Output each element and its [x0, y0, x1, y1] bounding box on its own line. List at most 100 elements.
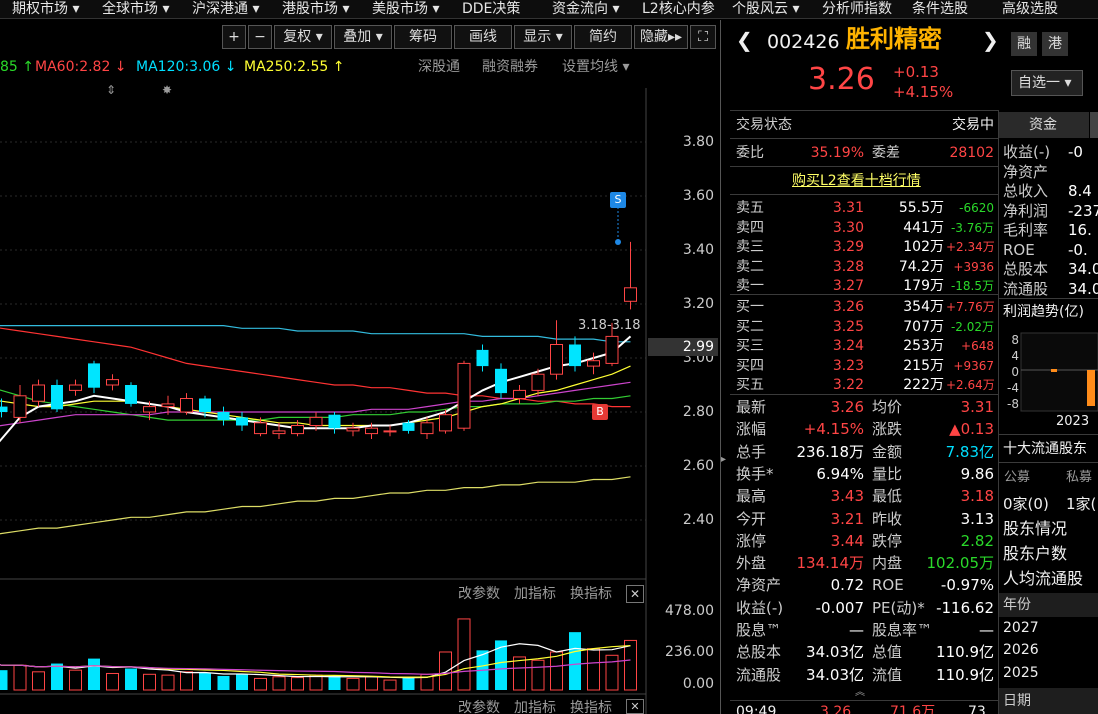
menu-options-market[interactable]: 期权市场 ▾: [12, 0, 79, 18]
vol-add-indicator-button-2[interactable]: 加指标: [514, 698, 556, 714]
caret-down-icon: ▾: [622, 59, 630, 75]
ask-level-volume: 74.2万: [898, 258, 944, 275]
menu-stock-news[interactable]: 个股风云 ▾: [732, 0, 799, 18]
shentong-button[interactable]: 深股通: [418, 57, 460, 77]
vol-params-button[interactable]: 改参数: [458, 584, 500, 604]
close-icon[interactable]: ✕: [626, 585, 644, 603]
hk-badge[interactable]: 港: [1042, 32, 1068, 56]
ask-level-price: 3.31: [832, 200, 864, 216]
close-icon[interactable]: ✕: [626, 699, 644, 714]
stat-value: 3.21: [830, 509, 864, 528]
tick-time: 09:49: [736, 704, 777, 714]
holder-count-link[interactable]: 股东户数: [1003, 543, 1067, 565]
menu-analyst-index[interactable]: 分析师指数: [822, 0, 892, 18]
collapse-arrow-icon[interactable]: ▸: [721, 450, 726, 470]
fullscreen-icon[interactable]: ⛶: [690, 25, 716, 49]
ask-level-price: 3.28: [832, 258, 864, 275]
ask-level-label: 卖二: [736, 258, 764, 275]
vol-switch-indicator-button-2[interactable]: 换指标: [570, 698, 612, 714]
hide-label: 隐藏: [639, 29, 668, 45]
tick-volume: 71.6万: [890, 704, 936, 714]
weibi-value: 35.19%: [810, 145, 864, 161]
vol-axis-top: 478.00: [665, 603, 714, 619]
stat-value: +4.15%: [803, 420, 864, 439]
holder-tab-public-fund[interactable]: 公募: [1004, 468, 1030, 488]
capital-tab[interactable]: 资金: [999, 112, 1089, 138]
next-stock-icon[interactable]: ❯: [982, 30, 999, 50]
draw-line-button[interactable]: 画线: [454, 25, 512, 49]
kline-chart[interactable]: [0, 88, 720, 714]
margin-badge[interactable]: 融: [1011, 32, 1037, 56]
menu-condition-select[interactable]: 条件选股: [912, 0, 968, 18]
price-axis-label: 2.60: [682, 458, 714, 474]
stock-code: 002426: [767, 31, 840, 53]
avg-float-link[interactable]: 人均流通股: [1003, 568, 1083, 590]
menu-us-market[interactable]: 美股市场 ▾: [372, 0, 439, 18]
bid-level-price: 3.24: [832, 338, 864, 354]
margin-trading-button[interactable]: 融资融券: [482, 57, 538, 77]
expand-up-icon[interactable]: ︽: [855, 683, 865, 703]
display-dropdown[interactable]: 显示 ▾: [514, 25, 572, 49]
weicha-value: 28102: [949, 145, 994, 161]
candle: [125, 382, 137, 407]
fin-label: 总股本: [1003, 260, 1049, 278]
candle: [180, 393, 193, 415]
candle-body: [587, 360, 600, 367]
fin-label: 流通股: [1003, 279, 1049, 298]
menu-global-market[interactable]: 全球市场 ▾: [102, 0, 169, 18]
ask-level-price: 3.30: [832, 219, 864, 236]
menu-shsz-connect[interactable]: 沪深港通 ▾: [192, 0, 259, 18]
zoom-out-button[interactable]: −: [248, 25, 272, 49]
candle-body: [365, 427, 378, 435]
ma-lines: [0, 325, 632, 535]
stat-value: 3.43: [830, 487, 864, 506]
watchlist-dropdown[interactable]: 自选一 ▾: [1011, 70, 1083, 96]
hide-button[interactable]: 隐藏▸▸: [634, 25, 688, 49]
stock-name: 胜利精密: [846, 25, 942, 53]
menu-hk-market[interactable]: 港股市场 ▾: [282, 0, 349, 18]
ask-level-volume: 441万: [903, 219, 944, 236]
sell-signal-marker[interactable]: S: [610, 192, 626, 208]
set-ma-button[interactable]: 设置均线 ▾: [562, 57, 629, 77]
menu-advanced-select[interactable]: 高级选股: [1002, 0, 1058, 18]
stat-label: 今开: [736, 509, 767, 528]
candle-body: [161, 403, 175, 408]
top10-holders-title[interactable]: 十大流通股东: [1003, 439, 1087, 459]
holder-info-link[interactable]: 股东情况: [1003, 518, 1067, 540]
bid-level-change: -2.02万: [950, 319, 994, 334]
vol-params-button-2[interactable]: 改参数: [458, 698, 500, 714]
chips-button[interactable]: 筹码: [394, 25, 452, 49]
volume-bar: [236, 674, 248, 690]
holder-tab-private-fund[interactable]: 私募: [1066, 468, 1092, 488]
menu-dde[interactable]: DDE决策: [462, 0, 520, 18]
last-price: 3.26: [808, 62, 875, 97]
menu-capital-flow[interactable]: 资金流向 ▾: [552, 0, 619, 18]
stat-label: 均价: [872, 398, 903, 416]
bid-level-label: 买五: [736, 377, 764, 393]
vol-add-indicator-button[interactable]: 加指标: [514, 584, 556, 604]
candle-body: [291, 425, 304, 435]
buy-l2-link[interactable]: 购买L2查看十档行情: [792, 171, 921, 191]
volume-bar: [69, 669, 82, 691]
fuquan-dropdown[interactable]: 复权 ▾: [274, 25, 332, 49]
simple-mode-button[interactable]: 简约: [574, 25, 632, 49]
buy-signal-marker[interactable]: B: [592, 404, 608, 420]
fin-value: 16.: [1068, 221, 1092, 239]
prev-stock-icon[interactable]: ❮: [736, 30, 753, 50]
panel-splitter[interactable]: [720, 20, 721, 714]
overlay-dropdown[interactable]: 叠加 ▾: [334, 25, 392, 49]
zoom-in-button[interactable]: +: [222, 25, 246, 49]
volume-bar: [125, 668, 137, 690]
stat-value: 3.44: [830, 531, 864, 550]
weicha-label: 委差: [872, 145, 900, 161]
stat-value: —: [979, 621, 994, 639]
candle: [513, 385, 526, 404]
menu-l2-core[interactable]: L2核心内参: [642, 0, 715, 18]
candle: [569, 336, 581, 372]
ask-level-change: +3936: [953, 259, 994, 274]
vol-switch-indicator-button[interactable]: 换指标: [570, 584, 612, 604]
volume-bar: [439, 651, 452, 691]
tab-overflow[interactable]: [1090, 112, 1098, 138]
volume-bar: [624, 639, 637, 691]
candle: [106, 374, 119, 391]
